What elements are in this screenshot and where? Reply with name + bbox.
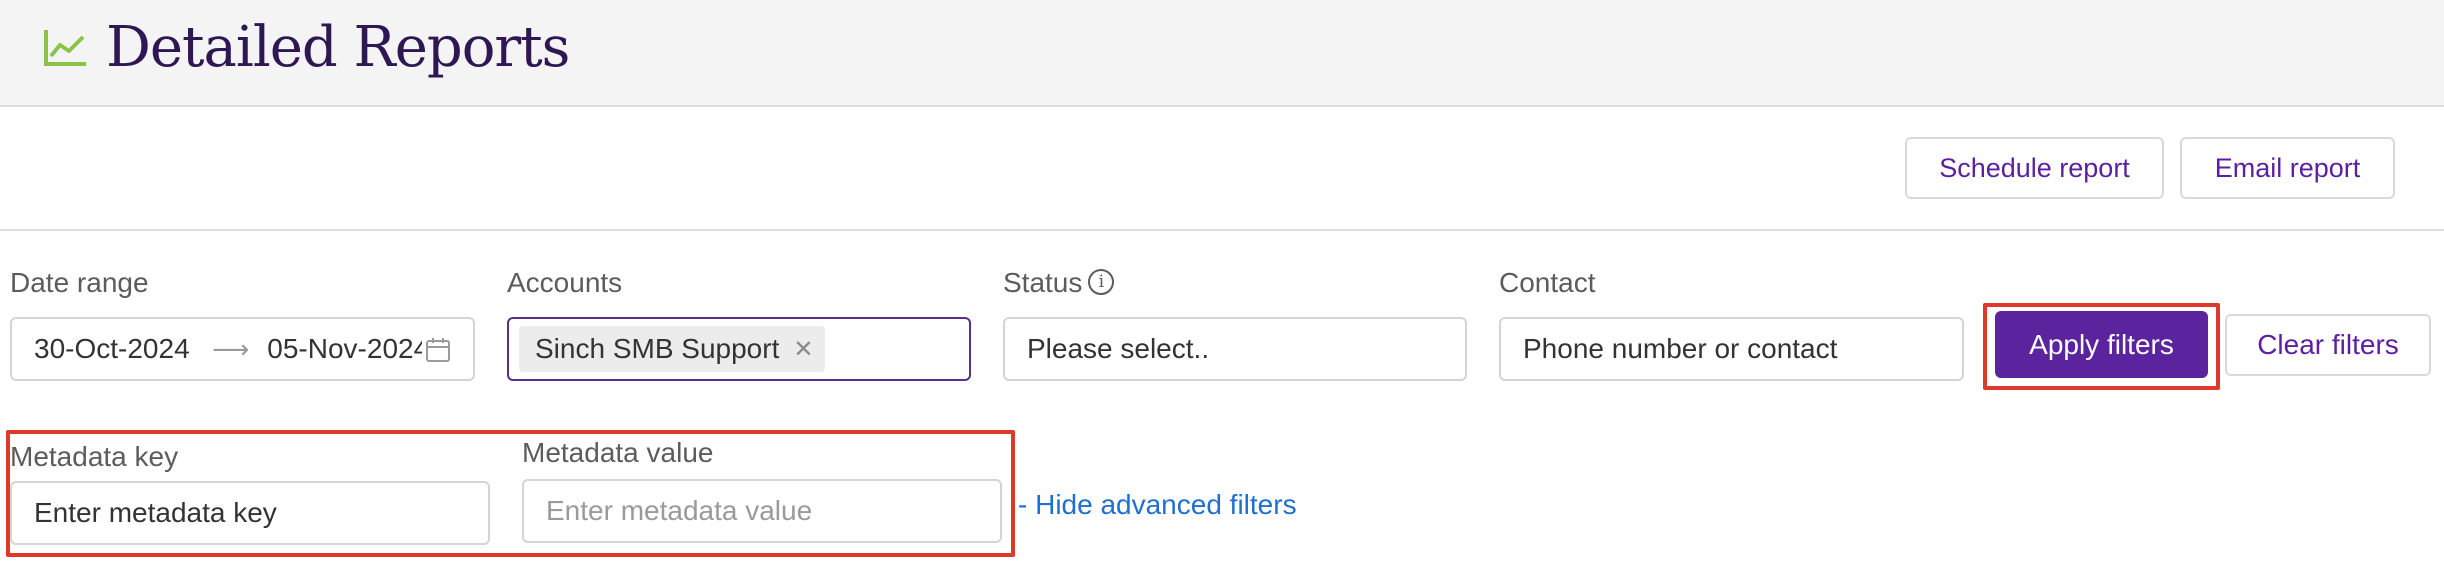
email-report-button[interactable]: Email report xyxy=(2180,137,2395,199)
date-range-label: Date range xyxy=(10,267,149,298)
status-select[interactable] xyxy=(1003,317,1467,381)
metadata-key-field[interactable] xyxy=(10,481,490,545)
arrow-right-icon: ⟶ xyxy=(212,333,250,364)
metadata-value-field[interactable] xyxy=(522,479,1002,543)
apply-filters-button[interactable]: Apply filters xyxy=(1995,311,2208,378)
metadata-value-label: Metadata value xyxy=(522,437,714,468)
info-icon[interactable]: i xyxy=(1088,268,1115,295)
page-title: Detailed Reports xyxy=(106,15,570,80)
accounts-select[interactable]: Sinch SMB Support ✕ xyxy=(507,317,971,381)
date-range-end[interactable]: 05-Nov-2024 xyxy=(267,333,422,365)
metadata-key-input[interactable] xyxy=(34,497,488,529)
metadata-key-label: Metadata key xyxy=(10,441,179,472)
metadata-value-input[interactable] xyxy=(546,495,1000,527)
schedule-report-button[interactable]: Schedule report xyxy=(1905,137,2164,199)
contact-input[interactable] xyxy=(1523,333,1962,365)
status-label-group: Status i xyxy=(1003,267,1115,299)
hide-advanced-filters-link[interactable]: - Hide advanced filters xyxy=(1018,489,1297,521)
filters-panel: Date range 30-Oct-2024 ⟶ 05-Nov-2024 Acc… xyxy=(0,231,2444,588)
calendar-icon[interactable] xyxy=(425,337,451,363)
line-chart-icon xyxy=(44,30,86,66)
close-icon[interactable]: ✕ xyxy=(793,335,813,364)
date-range-picker[interactable]: 30-Oct-2024 ⟶ 05-Nov-2024 xyxy=(10,317,475,381)
contact-field[interactable] xyxy=(1499,317,1964,381)
report-actions-bar: Schedule report Email report xyxy=(0,107,2444,231)
clear-filters-button[interactable]: Clear filters xyxy=(2225,314,2431,376)
page-header: Detailed Reports xyxy=(0,0,2444,107)
status-input[interactable] xyxy=(1027,333,1465,365)
status-label: Status xyxy=(1003,267,1083,298)
accounts-label: Accounts xyxy=(507,267,623,298)
contact-label: Contact xyxy=(1499,267,1596,298)
account-tag-label: Sinch SMB Support xyxy=(535,333,780,364)
account-tag: Sinch SMB Support ✕ xyxy=(519,326,826,372)
date-range-start[interactable]: 30-Oct-2024 xyxy=(34,333,194,365)
